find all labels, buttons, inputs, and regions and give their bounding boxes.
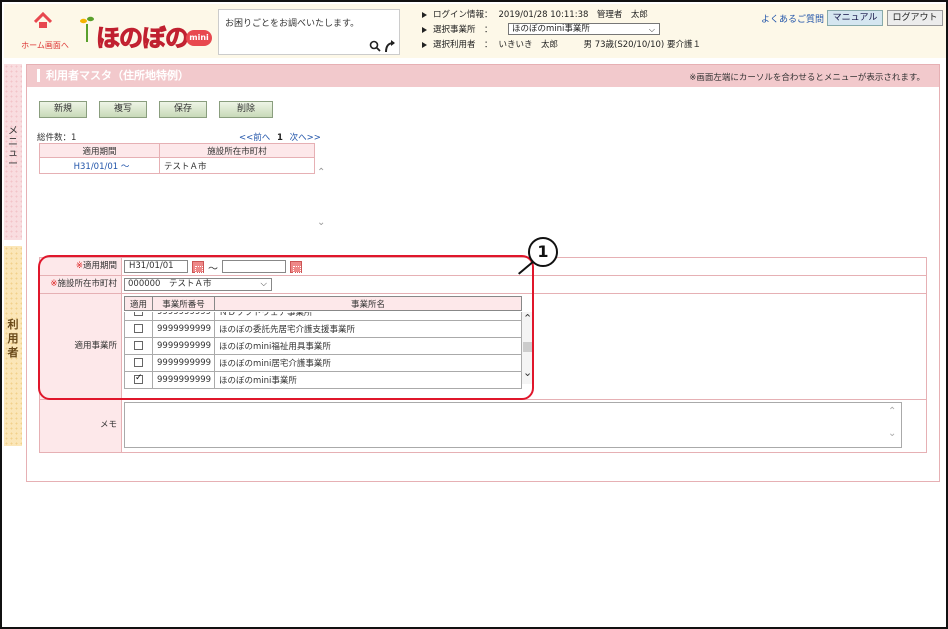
side-menu-label: メニュー xyxy=(8,126,18,170)
delete-button[interactable]: 削除 xyxy=(219,101,273,118)
total-count: 総件数：1 xyxy=(37,133,77,143)
side-user-label: 利用者 xyxy=(7,318,19,359)
prev-link[interactable]: <<前へ xyxy=(239,133,270,143)
manual-button[interactable]: マニュアル xyxy=(827,10,883,26)
pager: <<前へ 1 次へ>> xyxy=(239,131,321,143)
next-link[interactable]: 次へ>> xyxy=(290,133,321,143)
annotation-highlight xyxy=(38,255,534,400)
scroll-down-icon[interactable]: ⌄ xyxy=(317,217,325,228)
login-info: ログイン情報： 2019/01/28 10:11:38 管理者 太郎 xyxy=(422,8,648,22)
search-icon[interactable] xyxy=(369,40,381,52)
logo-text: ほのぼの xyxy=(96,24,190,53)
triangle-bullet-icon xyxy=(422,26,427,33)
chevron-down-icon: ⌵ xyxy=(648,25,655,34)
user-info: 選択利用者 ：いきいき 太郎 男 73歳(S20/10/10) 要介護１ xyxy=(422,38,701,52)
scroll-up-icon[interactable]: ⌃ xyxy=(888,406,896,417)
logo-badge: mini xyxy=(186,30,212,46)
save-button[interactable]: 保存 xyxy=(159,101,207,118)
office-info: 選択事業所 ： ほのぼのmini事業所 ⌵ xyxy=(422,23,762,37)
column-header: 施設所在市町村 xyxy=(159,143,315,158)
title-bar: 利用者マスタ（住所地特例） ※画面左端にカーソルを合わせるとメニューが表示されま… xyxy=(27,65,939,87)
copy-button[interactable]: 複写 xyxy=(99,101,147,118)
scroll-down-icon[interactable]: ⌄ xyxy=(888,428,896,439)
memo-textarea[interactable] xyxy=(124,402,902,448)
logout-button[interactable]: ログアウト xyxy=(887,10,943,26)
period-cell[interactable]: H31/01/01 ～ xyxy=(39,157,160,174)
app-logo: ほのぼの mini xyxy=(74,14,214,53)
city-cell: テストＡ市 xyxy=(159,157,315,174)
enter-arrow-icon[interactable] xyxy=(383,39,397,53)
search-box[interactable]: お困りごとをお調べいたします。 xyxy=(218,9,400,55)
home-icon xyxy=(34,12,52,28)
side-menu-tab[interactable]: メニュー xyxy=(4,64,22,240)
memo-label: メモ xyxy=(40,400,122,452)
faq-link[interactable]: よくあるご質問 xyxy=(761,12,824,25)
side-user-tab[interactable]: 利用者 xyxy=(4,246,22,446)
triangle-bullet-icon xyxy=(422,41,427,48)
history-table: 適用期間 施設所在市町村 H31/01/01 ～ テストＡ市 xyxy=(39,143,315,174)
triangle-bullet-icon xyxy=(422,11,427,18)
search-input[interactable]: お困りごとをお調べいたします。 xyxy=(225,16,359,29)
column-header: 適用期間 xyxy=(39,143,160,158)
home-label: ホーム画面へ xyxy=(21,41,69,50)
annotation-number: 1 xyxy=(528,237,558,267)
new-button[interactable]: 新規 xyxy=(39,101,87,118)
list-scrollbar[interactable]: ⌃ ⌄ xyxy=(315,157,329,241)
office-select[interactable]: ほのぼのmini事業所 ⌵ xyxy=(508,23,660,35)
current-page: 1 xyxy=(276,133,283,143)
page-title: 利用者マスタ（住所地特例） xyxy=(37,69,189,82)
scroll-up-icon[interactable]: ⌃ xyxy=(317,167,325,178)
session-info: ログイン情報： 2019/01/28 10:11:38 管理者 太郎 選択事業所 … xyxy=(422,8,762,54)
home-button[interactable]: ホーム画面へ xyxy=(20,10,70,50)
page-hint: ※画面左端にカーソルを合わせるとメニューが表示されます。 xyxy=(689,73,925,83)
sprout-icon xyxy=(80,16,94,42)
app-header: ホーム画面へ ほのぼの mini お困りごとをお調べいたします。 ログイン情報：… xyxy=(4,4,946,58)
table-row[interactable]: H31/01/01 ～ テストＡ市 xyxy=(39,157,315,174)
window-frame: ホーム画面へ ほのぼの mini お困りごとをお調べいたします。 ログイン情報：… xyxy=(0,0,948,629)
memo-row: メモ ⌃ ⌄ xyxy=(40,400,926,452)
